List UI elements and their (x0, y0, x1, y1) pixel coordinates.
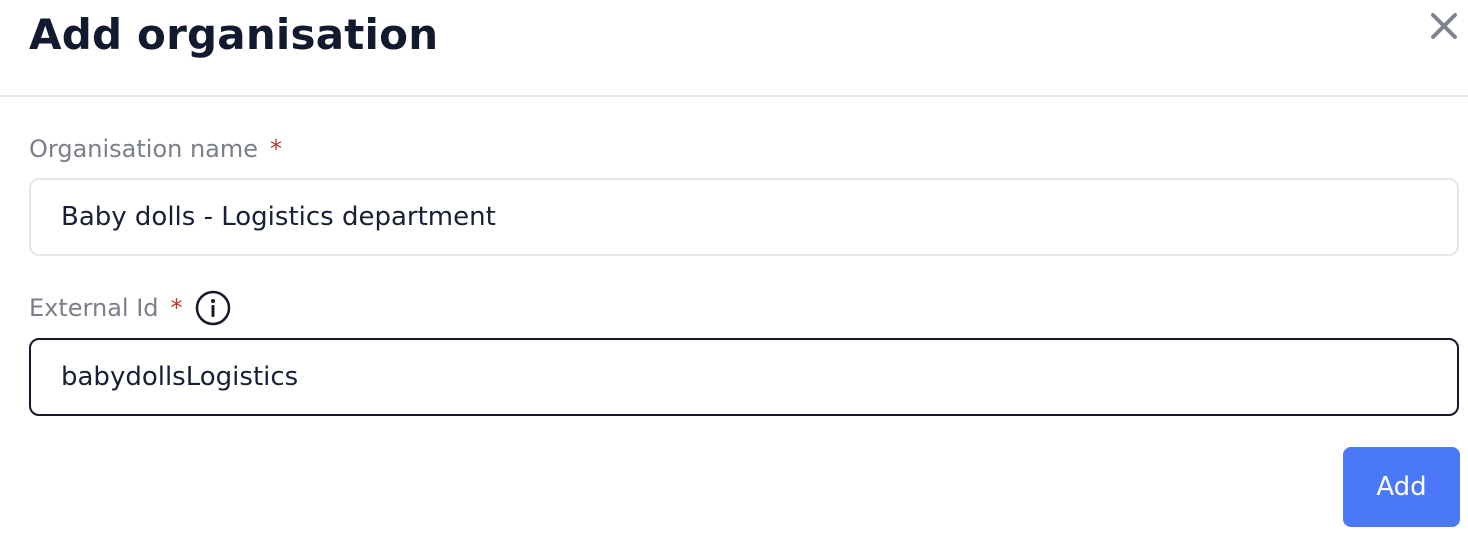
organisation-name-label-text: Organisation name (29, 135, 259, 163)
close-icon (1426, 8, 1462, 44)
organisation-name-label: Organisation name * (29, 134, 282, 164)
info-button[interactable] (195, 290, 231, 326)
external-id-label: External Id * (29, 290, 231, 326)
close-button[interactable] (1426, 8, 1462, 44)
add-organisation-dialog: Add organisation Organisation name * Ext… (0, 0, 1468, 534)
info-icon (195, 290, 231, 326)
required-asterisk: * (170, 294, 183, 322)
external-id-label-text: External Id (29, 294, 159, 322)
add-button[interactable]: Add (1343, 447, 1460, 527)
organisation-name-input[interactable] (29, 178, 1459, 256)
dialog-header: Add organisation (0, 0, 1468, 97)
required-asterisk: * (270, 135, 283, 163)
dialog-title: Add organisation (29, 10, 439, 59)
external-id-input[interactable] (29, 338, 1459, 416)
